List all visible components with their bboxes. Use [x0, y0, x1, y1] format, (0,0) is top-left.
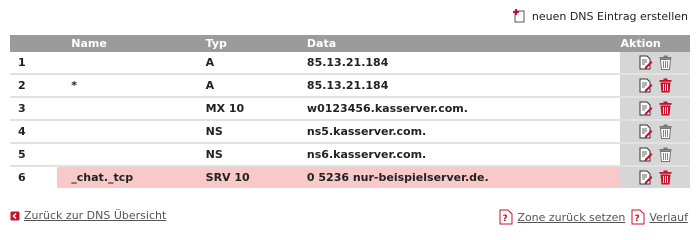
row-name: *	[57, 75, 206, 98]
svg-text:?: ?	[503, 214, 508, 224]
row-actions	[620, 121, 690, 144]
row-type: A	[205, 52, 307, 75]
edit-icon[interactable]	[639, 147, 653, 162]
row-number: 1	[10, 52, 58, 75]
trash-icon	[659, 55, 672, 70]
table-row: 2 * A 85.13.21.184	[10, 75, 690, 98]
back-to-dns-overview-link[interactable]: Zurück zur DNS Übersicht	[10, 209, 166, 222]
row-data: ns5.kasserver.com.	[306, 121, 621, 144]
row-actions	[620, 144, 690, 167]
svg-text:?: ?	[635, 214, 640, 224]
trash-icon	[659, 124, 672, 139]
row-number: 6	[10, 167, 58, 188]
row-actions	[620, 167, 690, 188]
column-header-aktion: Aktion	[620, 35, 690, 52]
column-header-name: Name	[57, 35, 206, 52]
row-actions	[620, 52, 690, 75]
edit-icon[interactable]	[639, 124, 653, 139]
new-dns-entry-button[interactable]: neuen DNS Eintrag erstellen	[512, 7, 688, 25]
new-dns-entry-label: neuen DNS Eintrag erstellen	[531, 9, 688, 23]
row-data: 85.13.21.184	[306, 75, 621, 98]
trash-icon[interactable]	[659, 78, 672, 93]
row-name: _chat._tcp	[57, 167, 206, 188]
column-header-data: Data	[306, 35, 621, 52]
table-row: 5 NS ns6.kasserver.com.	[10, 144, 690, 167]
edit-icon[interactable]	[639, 170, 653, 185]
footer-actions: ? Zone zurück setzen ? Verlauf	[499, 209, 688, 225]
row-type: SRV 10	[205, 167, 307, 188]
edit-icon[interactable]	[639, 78, 653, 93]
row-data: 85.13.21.184	[306, 52, 621, 75]
edit-icon[interactable]	[639, 101, 653, 116]
column-header-typ: Typ	[205, 35, 307, 52]
row-number: 2	[10, 75, 58, 98]
row-type: A	[205, 75, 307, 98]
table-row: 1 A 85.13.21.184	[10, 52, 690, 75]
row-data: ns6.kasserver.com.	[306, 144, 621, 167]
edit-icon[interactable]	[639, 55, 653, 70]
add-document-icon	[512, 9, 525, 23]
row-type: NS	[205, 121, 307, 144]
history-label: Verlauf	[649, 210, 688, 224]
row-actions	[620, 98, 690, 121]
row-number: 4	[10, 121, 58, 144]
trash-icon[interactable]	[659, 101, 672, 116]
trash-icon[interactable]	[659, 170, 672, 185]
row-name	[57, 98, 206, 121]
row-type: MX 10	[205, 98, 307, 121]
history-link[interactable]: ? Verlauf	[631, 209, 688, 225]
row-name	[57, 52, 206, 75]
row-type: NS	[205, 144, 307, 167]
table-row: 3 MX 10 w0123456.kasserver.com.	[10, 98, 690, 121]
row-number: 3	[10, 98, 58, 121]
row-name	[57, 121, 206, 144]
row-actions	[620, 75, 690, 98]
table-row: 6 _chat._tcp SRV 10 0 5236 nur-beispielserv…	[10, 167, 690, 188]
reset-zone-icon: ?	[499, 209, 513, 225]
reset-zone-label: Zone zurück setzen	[517, 210, 626, 224]
table-row: 4 NS ns5.kasserver.com.	[10, 121, 690, 144]
column-header-nr	[10, 35, 58, 52]
dns-table: Name Typ Data Aktion 1 A 85.13.21.184 2 * A 85…	[10, 35, 690, 188]
back-to-dns-overview-label: Zurück zur DNS Übersicht	[24, 209, 167, 222]
table-header-row: Name Typ Data Aktion	[10, 35, 690, 52]
row-number: 5	[10, 144, 58, 167]
history-icon: ?	[631, 209, 645, 225]
trash-icon	[659, 147, 672, 162]
reset-zone-link[interactable]: ? Zone zurück setzen	[499, 209, 625, 225]
row-data: 0 5236 nur-beispielserver.de.	[306, 167, 621, 188]
back-arrow-icon	[10, 211, 20, 220]
row-data: w0123456.kasserver.com.	[306, 98, 621, 121]
row-name	[57, 144, 206, 167]
